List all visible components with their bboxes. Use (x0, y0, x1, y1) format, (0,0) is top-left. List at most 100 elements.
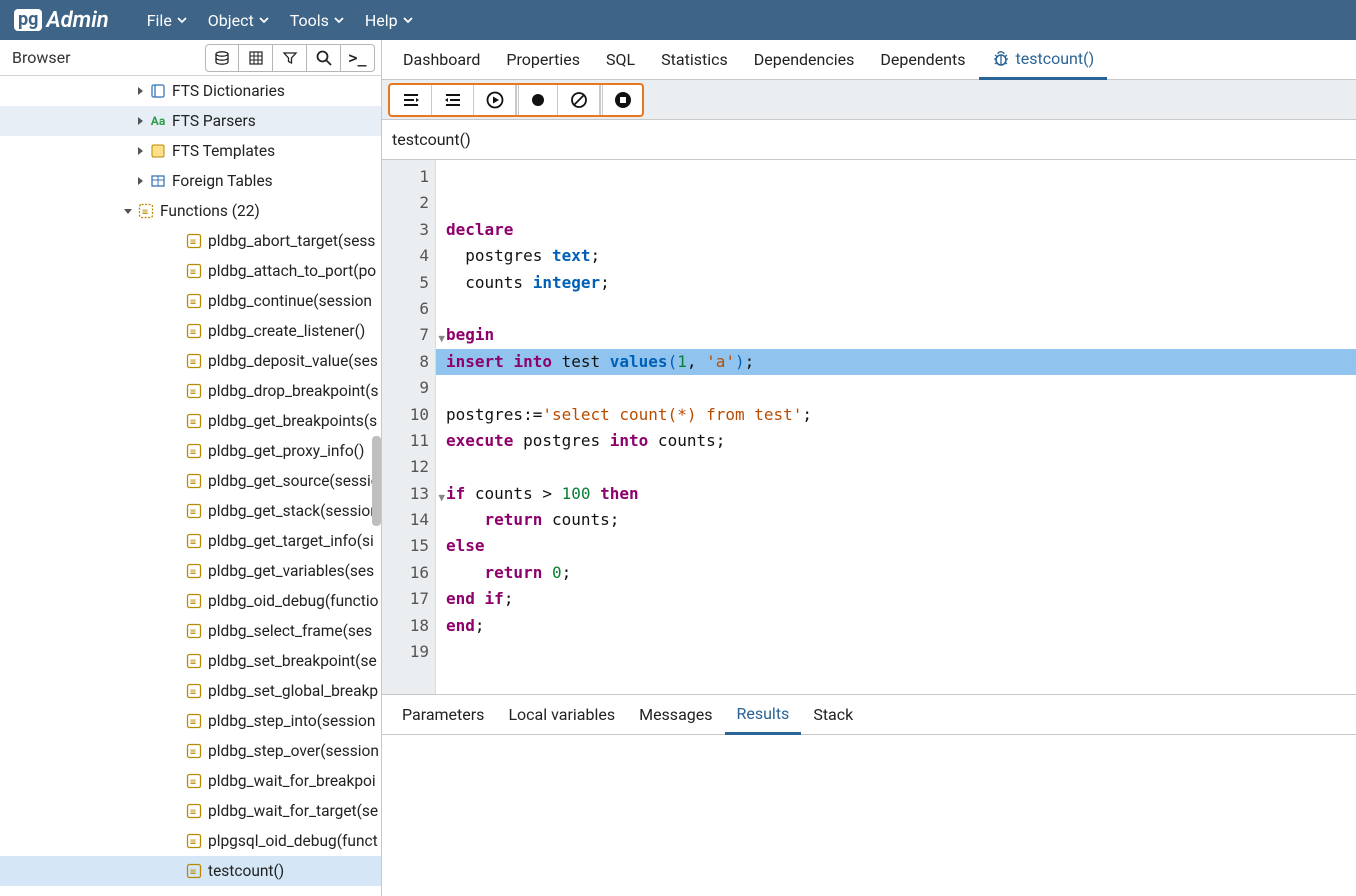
menu-file[interactable]: File (137, 0, 198, 40)
tree-item[interactable]: ≡testcount() (0, 856, 381, 886)
tree[interactable]: FTS DictionariesAaFTS ParsersFTS Templat… (0, 76, 381, 896)
tree-item[interactable]: ≡pldbg_abort_target(sess (0, 226, 381, 256)
search-icon-button[interactable] (307, 44, 341, 72)
tab-label: Statistics (661, 50, 728, 69)
code-line[interactable] (446, 375, 1356, 401)
code-line[interactable]: if counts > 100 then (446, 481, 1356, 507)
fold-icon[interactable]: ▼ (438, 485, 445, 511)
tree-item[interactable]: ≡pldbg_get_proxy_info() (0, 436, 381, 466)
tree-item[interactable]: ≡pldbg_create_listener() (0, 316, 381, 346)
tree-item[interactable]: FTS Templates (0, 136, 381, 166)
file-tab[interactable]: testcount() (382, 120, 1356, 160)
line-number[interactable]: 1 (382, 164, 429, 190)
toggle-breakpoint-button[interactable] (516, 85, 558, 115)
line-number[interactable]: 5 (382, 270, 429, 296)
line-number[interactable]: 4 (382, 243, 429, 269)
step-over-button[interactable] (432, 85, 474, 115)
tree-item[interactable]: ≡pldbg_set_breakpoint(se (0, 646, 381, 676)
step-into-button[interactable] (390, 85, 432, 115)
tree-item[interactable]: ≡pldbg_deposit_value(ses (0, 346, 381, 376)
tree-item[interactable]: ≡pldbg_get_stack(session (0, 496, 381, 526)
grid-icon-button[interactable] (239, 44, 273, 72)
tree-item[interactable]: ≡pldbg_wait_for_target(se (0, 796, 381, 826)
code-line[interactable] (446, 639, 1356, 665)
line-number[interactable]: 8 (382, 349, 429, 375)
bottom-tab-results[interactable]: Results (725, 695, 802, 735)
filter-icon-button[interactable] (273, 44, 307, 72)
code-line[interactable]: begin (446, 322, 1356, 348)
line-number[interactable]: 12 (382, 454, 429, 480)
line-number[interactable]: 6 (382, 296, 429, 322)
code-editor[interactable]: 1234567▼8910111213▼141516171819 declare … (382, 160, 1356, 695)
continue-button[interactable] (474, 85, 516, 115)
line-number[interactable]: 3 (382, 217, 429, 243)
code-line[interactable]: end; (446, 613, 1356, 639)
code-body[interactable]: declare postgres text; counts integer; be… (436, 160, 1356, 694)
tree-item[interactable]: ≡pldbg_set_global_breakp (0, 676, 381, 706)
code-line[interactable]: execute postgres into counts; (446, 428, 1356, 454)
tree-item[interactable]: AaFTS Parsers (0, 106, 381, 136)
tree-item[interactable]: ≡pldbg_get_variables(ses (0, 556, 381, 586)
code-line[interactable]: return 0; (446, 560, 1356, 586)
tree-item[interactable]: ≡pldbg_step_over(session (0, 736, 381, 766)
code-line[interactable]: postgres text; (446, 243, 1356, 269)
bottom-tab-local-variables[interactable]: Local variables (496, 695, 627, 735)
scrollbar-thumb[interactable] (372, 436, 381, 526)
servers-icon-button[interactable] (205, 44, 239, 72)
code-line[interactable]: else (446, 533, 1356, 559)
tree-item[interactable]: ≡pldbg_attach_to_port(po (0, 256, 381, 286)
line-number[interactable]: 18 (382, 613, 429, 639)
line-number[interactable]: 17 (382, 586, 429, 612)
tree-item[interactable]: ≡pldbg_drop_breakpoint(s (0, 376, 381, 406)
line-number[interactable]: 16 (382, 560, 429, 586)
menu-tools[interactable]: Tools (280, 0, 355, 40)
tab-testcount[interactable]: testcount() (979, 40, 1108, 80)
tab-dependents[interactable]: Dependents (867, 40, 978, 80)
stop-button[interactable] (600, 85, 642, 115)
tab-sql[interactable]: SQL (593, 40, 648, 80)
line-number[interactable]: 2 (382, 190, 429, 216)
bottom-tab-parameters[interactable]: Parameters (390, 695, 496, 735)
line-number[interactable]: 14 (382, 507, 429, 533)
tree-item[interactable]: ≡pldbg_get_breakpoints(s (0, 406, 381, 436)
tab-statistics[interactable]: Statistics (648, 40, 741, 80)
menu-help[interactable]: Help (355, 0, 424, 40)
code-line[interactable] (446, 454, 1356, 480)
tab-properties[interactable]: Properties (493, 40, 593, 80)
line-number[interactable]: 7▼ (382, 322, 429, 348)
code-line[interactable]: counts integer; (446, 270, 1356, 296)
tree-item[interactable]: ≡pldbg_select_frame(ses (0, 616, 381, 646)
line-number[interactable]: 13▼ (382, 481, 429, 507)
fold-icon[interactable]: ▼ (438, 326, 445, 352)
code-line[interactable] (446, 190, 1356, 216)
clear-breakpoints-button[interactable] (558, 85, 600, 115)
tree-item[interactable]: ≡pldbg_continue(session (0, 286, 381, 316)
tab-dashboard[interactable]: Dashboard (390, 40, 493, 80)
bottom-tab-messages[interactable]: Messages (627, 695, 724, 735)
tree-item[interactable]: FTS Dictionaries (0, 76, 381, 106)
code-line[interactable] (446, 296, 1356, 322)
code-line[interactable]: return counts; (446, 507, 1356, 533)
code-line[interactable]: postgres:='select count(*) from test'; (446, 402, 1356, 428)
line-number[interactable]: 11 (382, 428, 429, 454)
line-number[interactable]: 15 (382, 533, 429, 559)
tree-item[interactable]: ≡pldbg_oid_debug(functio (0, 586, 381, 616)
tree-item[interactable]: ≡pldbg_wait_for_breakpoi (0, 766, 381, 796)
line-number[interactable]: 10 (382, 402, 429, 428)
menu-object[interactable]: Object (198, 0, 280, 40)
tree-item[interactable]: ≡Functions (22) (0, 196, 381, 226)
line-number[interactable]: 19 (382, 639, 429, 665)
tree-item[interactable]: ≡plpgsql_oid_debug(funct (0, 826, 381, 856)
tab-dependencies[interactable]: Dependencies (741, 40, 868, 80)
tree-item[interactable]: Foreign Tables (0, 166, 381, 196)
tree-item[interactable]: ≡pldbg_get_source(sessio (0, 466, 381, 496)
code-line[interactable] (446, 164, 1356, 190)
code-line[interactable]: declare (446, 217, 1356, 243)
line-number[interactable]: 9 (382, 375, 429, 401)
tree-item[interactable]: ≡pldbg_step_into(session (0, 706, 381, 736)
bottom-tab-stack[interactable]: Stack (801, 695, 865, 735)
terminal-icon-button[interactable]: >_ (341, 44, 375, 72)
tree-item[interactable]: ≡pldbg_get_target_info(si (0, 526, 381, 556)
code-line[interactable]: insert into test values(1, 'a'); (436, 349, 1356, 375)
code-line[interactable]: end if; (446, 586, 1356, 612)
